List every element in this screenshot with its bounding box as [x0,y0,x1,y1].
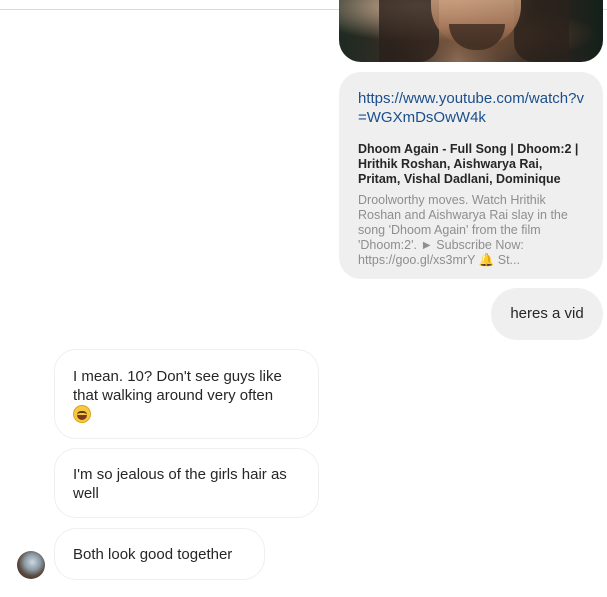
message-text: heres a vid [510,305,584,322]
thumbnail-detail [514,0,569,62]
message-text: I'm so jealous of the girls hair as well [73,466,287,502]
thumbnail-detail [449,24,505,50]
received-message-bubble[interactable]: I mean. 10? Don't see guys like that wal… [54,349,319,439]
link-description-text: Droolworthy moves. Watch Hrithik Roshan … [358,193,568,267]
user-avatar[interactable] [17,551,45,579]
received-message-bubble[interactable]: Both look good together [54,528,265,580]
grinning-sweat-emoji-icon [73,405,91,423]
link-description-tail: St... [497,253,520,267]
sent-message-bubble[interactable]: heres a vid [491,288,603,340]
link-url[interactable]: https://www.youtube.com/watch?v=WGXmDsOw… [358,89,585,127]
received-message-bubble[interactable]: I'm so jealous of the girls hair as well [54,448,319,518]
thumbnail-detail [379,0,439,62]
link-description: Droolworthy moves. Watch Hrithik Roshan … [358,193,585,268]
video-thumbnail-image[interactable] [339,0,603,62]
link-title: Dhoom Again - Full Song | Dhoom:2 | Hrit… [358,142,579,186]
message-text: I mean. 10? Don't see guys like that wal… [73,368,282,404]
link-preview-card[interactable]: https://www.youtube.com/watch?v=WGXmDsOw… [339,72,603,279]
bell-icon: 🔔 [478,253,495,267]
message-text: Both look good together [73,546,233,563]
